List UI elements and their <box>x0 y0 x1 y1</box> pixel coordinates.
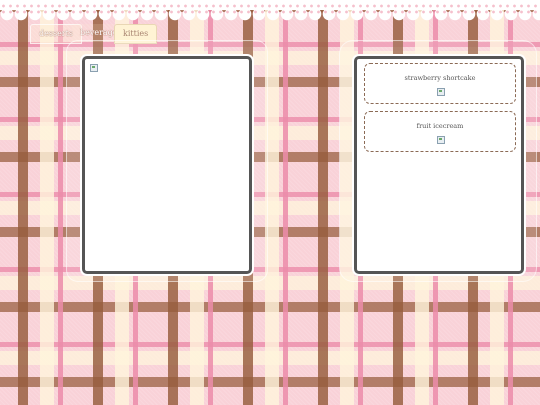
item-label: strawberry shortcake <box>404 74 476 82</box>
item-label: fruit icecream <box>416 122 464 130</box>
lace-pattern <box>0 3 540 15</box>
main-display-panel <box>82 56 252 274</box>
broken-image-icon <box>437 136 445 144</box>
item-list-panel: strawberry shortcake fruit icecream <box>354 56 524 274</box>
broken-image-icon <box>90 64 98 72</box>
list-item[interactable]: strawberry shortcake <box>364 63 516 104</box>
list-item[interactable]: fruit icecream <box>364 111 516 152</box>
broken-image-icon <box>437 88 445 96</box>
